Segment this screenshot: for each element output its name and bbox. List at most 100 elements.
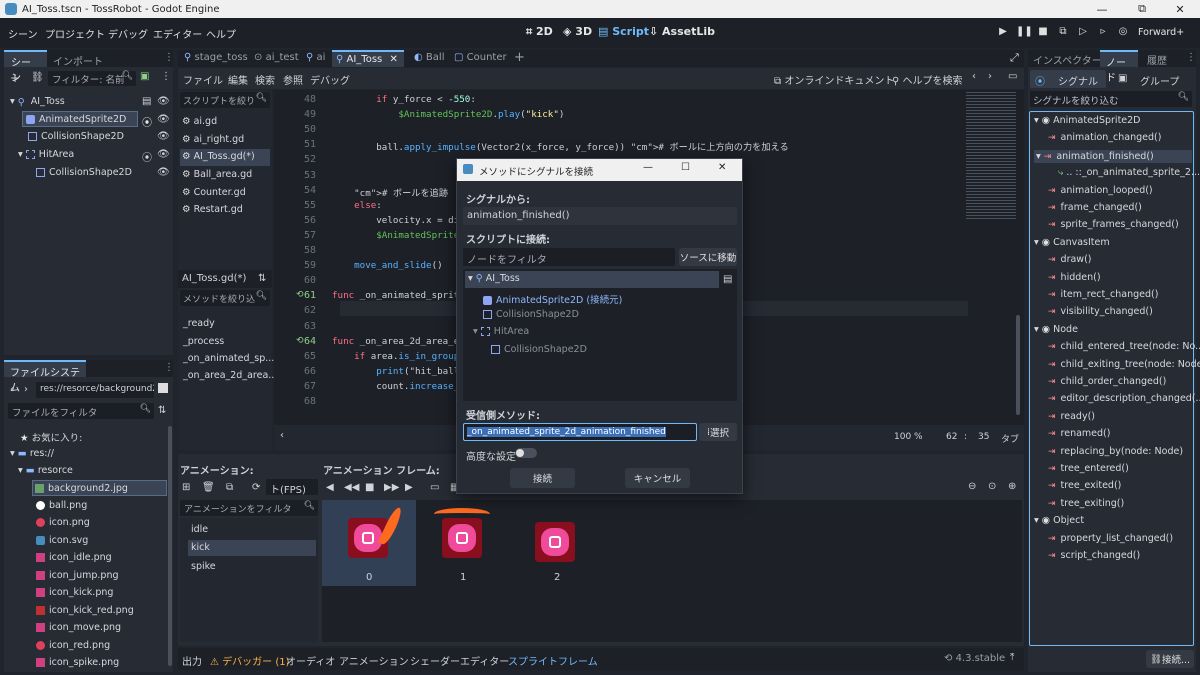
toggle-panel-icon[interactable]: ▭	[1008, 71, 1017, 82]
animation-filter-input[interactable]: アニメーションをフィルタ 🔍︎	[180, 500, 318, 516]
tab-node[interactable]: ノード	[1100, 50, 1138, 84]
remote-debug-icon[interactable]: ⧉	[1056, 26, 1070, 37]
online-docs-link[interactable]: ⧉ オンラインドキュメント	[774, 72, 894, 87]
signal-item[interactable]: ⇥ sprite_frames_changed()	[1048, 219, 1179, 230]
script-filter-input[interactable]: スクリプトを絞り 🔍︎	[180, 92, 270, 108]
tab-history[interactable]: 履歴	[1147, 52, 1167, 67]
tree-node-collisionshape2d[interactable]: CollisionShape2D	[36, 167, 132, 178]
frame-thumbnail[interactable]	[348, 505, 404, 558]
add-animation-icon[interactable]: ⊞	[182, 482, 190, 493]
frame-thumbnail[interactable]	[535, 522, 575, 562]
visibility-icon[interactable]: 👁︎	[157, 114, 170, 125]
signal-item[interactable]: ⇥ animation_changed()	[1048, 132, 1161, 143]
signal-connection[interactable]: ⤷ .. ::_on_animated_sprite_2...	[1058, 167, 1200, 178]
scene-tab-active[interactable]: ⚲ AI_Toss ✕	[332, 50, 404, 67]
method-item[interactable]: _ready	[183, 318, 215, 329]
signal-item[interactable]: ⇥ hidden()	[1048, 272, 1101, 283]
pause-icon[interactable]: ❚❚	[1016, 26, 1033, 37]
minimap[interactable]	[966, 90, 1016, 220]
script-menu-debug[interactable]: デバッグ	[310, 72, 350, 87]
scene-tab[interactable]: ▢ Counter	[454, 52, 507, 63]
signal-item[interactable]: ⇥ renamed()	[1048, 428, 1110, 439]
file-item[interactable]: icon_jump.png	[36, 570, 119, 581]
code-line[interactable]	[332, 124, 1024, 139]
sort-icon[interactable]: ⇅	[158, 405, 166, 416]
script-menu-goto[interactable]: 参照	[283, 72, 303, 87]
signal-item[interactable]: ⇥ editor_description_changed(...	[1048, 393, 1200, 404]
script-item[interactable]: ⚙ ai_right.gd	[182, 134, 244, 145]
scrollbar[interactable]	[1016, 315, 1020, 415]
menu-scene[interactable]: シーン	[8, 26, 38, 41]
signal-item[interactable]: ⇥ item_rect_changed()	[1048, 289, 1158, 300]
scene-tab[interactable]: ◐ Ball	[414, 52, 444, 63]
tab-import[interactable]: インポート	[53, 53, 103, 68]
zoom-out-icon[interactable]: ⊖	[968, 481, 976, 492]
menu-help[interactable]: ヘルプ	[206, 26, 236, 41]
tab-audio[interactable]: オーディオ	[286, 653, 335, 668]
file-item[interactable]: icon_kick.png	[36, 587, 113, 598]
visibility-icon[interactable]: 👁︎	[157, 167, 170, 178]
signal-item[interactable]: ⇥ ready()	[1048, 411, 1095, 422]
back-icon[interactable]: ‹	[10, 384, 14, 395]
play-custom-icon[interactable]: ▹	[1096, 26, 1110, 37]
cancel-button[interactable]: キャンセル	[625, 468, 690, 488]
minimize-button[interactable]: —	[1082, 0, 1122, 18]
file-item[interactable]: icon_spike.png	[36, 657, 119, 668]
toggle-list-icon[interactable]: ‹	[280, 430, 284, 441]
layout-icon[interactable]	[158, 383, 168, 393]
signal-item[interactable]: ⇥ property_list_changed()	[1048, 533, 1173, 544]
scene-tab[interactable]: ⚲ stage_toss	[184, 52, 248, 63]
signal-item[interactable]: ⇥ draw()	[1048, 254, 1092, 265]
workspace-assetlib[interactable]: ⇩ AssetLib	[649, 25, 715, 38]
file-item[interactable]: icon_idle.png	[36, 552, 112, 563]
signal-icon[interactable]: ⦿	[142, 114, 152, 129]
movie-maker-icon[interactable]: ◎	[1116, 26, 1130, 37]
tab-scene[interactable]: シーン	[4, 50, 47, 84]
signal-item[interactable]: ⇥ child_exiting_tree(node: Node)	[1048, 359, 1200, 370]
tree-node-ai-toss[interactable]: ▾ ⚲ AI_Toss	[10, 96, 65, 108]
script-menu-search[interactable]: 検索	[255, 72, 275, 87]
folder-icon[interactable]: ▭	[430, 482, 439, 493]
copy-icon[interactable]: ⧉	[226, 482, 233, 493]
tree-node-hitarea[interactable]: ▾ HitArea	[18, 149, 74, 160]
animation-item[interactable]: idle	[191, 524, 208, 535]
signal-connection-icon[interactable]: ⟲	[296, 336, 304, 346]
renderer-select[interactable]: Forward+	[1138, 27, 1184, 38]
workspace-2d[interactable]: ⌗ 2D	[526, 25, 553, 39]
script-attach-icon[interactable]: ▣	[140, 71, 149, 82]
next-script-icon[interactable]: ›	[988, 71, 992, 82]
subtab-signals[interactable]: ⦿ シグナル	[1030, 70, 1106, 88]
path-field[interactable]: res://resorce/background2.	[36, 382, 154, 398]
tab-output[interactable]: 出力	[182, 653, 202, 668]
signal-class-header[interactable]: ▾ ◉ AnimatedSprite2D	[1034, 115, 1141, 126]
signal-filter-input[interactable]: シグナルを絞り込む 🔍︎	[1030, 91, 1192, 107]
receiver-method-input[interactable]: _on_animated_sprite_2d_animation_finishe…	[463, 423, 697, 441]
script-item[interactable]: ⚙ Counter.gd	[182, 187, 246, 198]
stop-icon[interactable]: ■	[365, 482, 374, 493]
folder-res[interactable]: ▾ ▬ res://	[10, 448, 54, 459]
fps-field[interactable]: ト(FPS)	[266, 479, 318, 496]
code-line[interactable]: if y_force < -550:	[332, 94, 1024, 109]
play-icon[interactable]: ▶	[996, 26, 1010, 37]
add-node-icon[interactable]: +	[10, 71, 20, 85]
file-item[interactable]: icon_red.png	[36, 640, 110, 651]
code-line[interactable]: ball.apply_impulse(Vector2(x_force, y_fo…	[332, 139, 1024, 154]
signal-item[interactable]: ⇥ tree_exited()	[1048, 480, 1121, 491]
signal-icon[interactable]: ⦿	[142, 149, 152, 164]
signal-class-header[interactable]: ▾ ◉ Node	[1034, 324, 1078, 335]
play-start-icon[interactable]: ◀◀	[344, 482, 359, 493]
distraction-free-icon[interactable]: ⤢	[1010, 51, 1019, 65]
script-menu-edit[interactable]: 編集	[228, 72, 248, 87]
signal-item[interactable]: ⇥ tree_exiting()	[1048, 498, 1124, 509]
tab-sprite-frames[interactable]: スプライトフレーム	[508, 653, 598, 668]
script-item-active[interactable]: ⚙ AI_Toss.gd(*)	[180, 149, 270, 166]
maximize-button[interactable]: ⧉	[1122, 0, 1162, 18]
indent-mode[interactable]: タブ	[1001, 432, 1019, 445]
dock-menu-icon[interactable]: ⋮	[1186, 52, 1196, 63]
signal-item[interactable]: ⇥ child_entered_tree(node: No...	[1048, 341, 1200, 352]
node-filter-input[interactable]: ノードをフィルタ	[463, 248, 675, 266]
file-item[interactable]: icon.png	[36, 517, 90, 528]
favorites-header[interactable]: ★ お気に入り:	[20, 430, 82, 444]
method-filter-input[interactable]: メソッドを絞り込 🔍︎	[180, 290, 270, 306]
forward-icon[interactable]: ›	[24, 384, 28, 395]
